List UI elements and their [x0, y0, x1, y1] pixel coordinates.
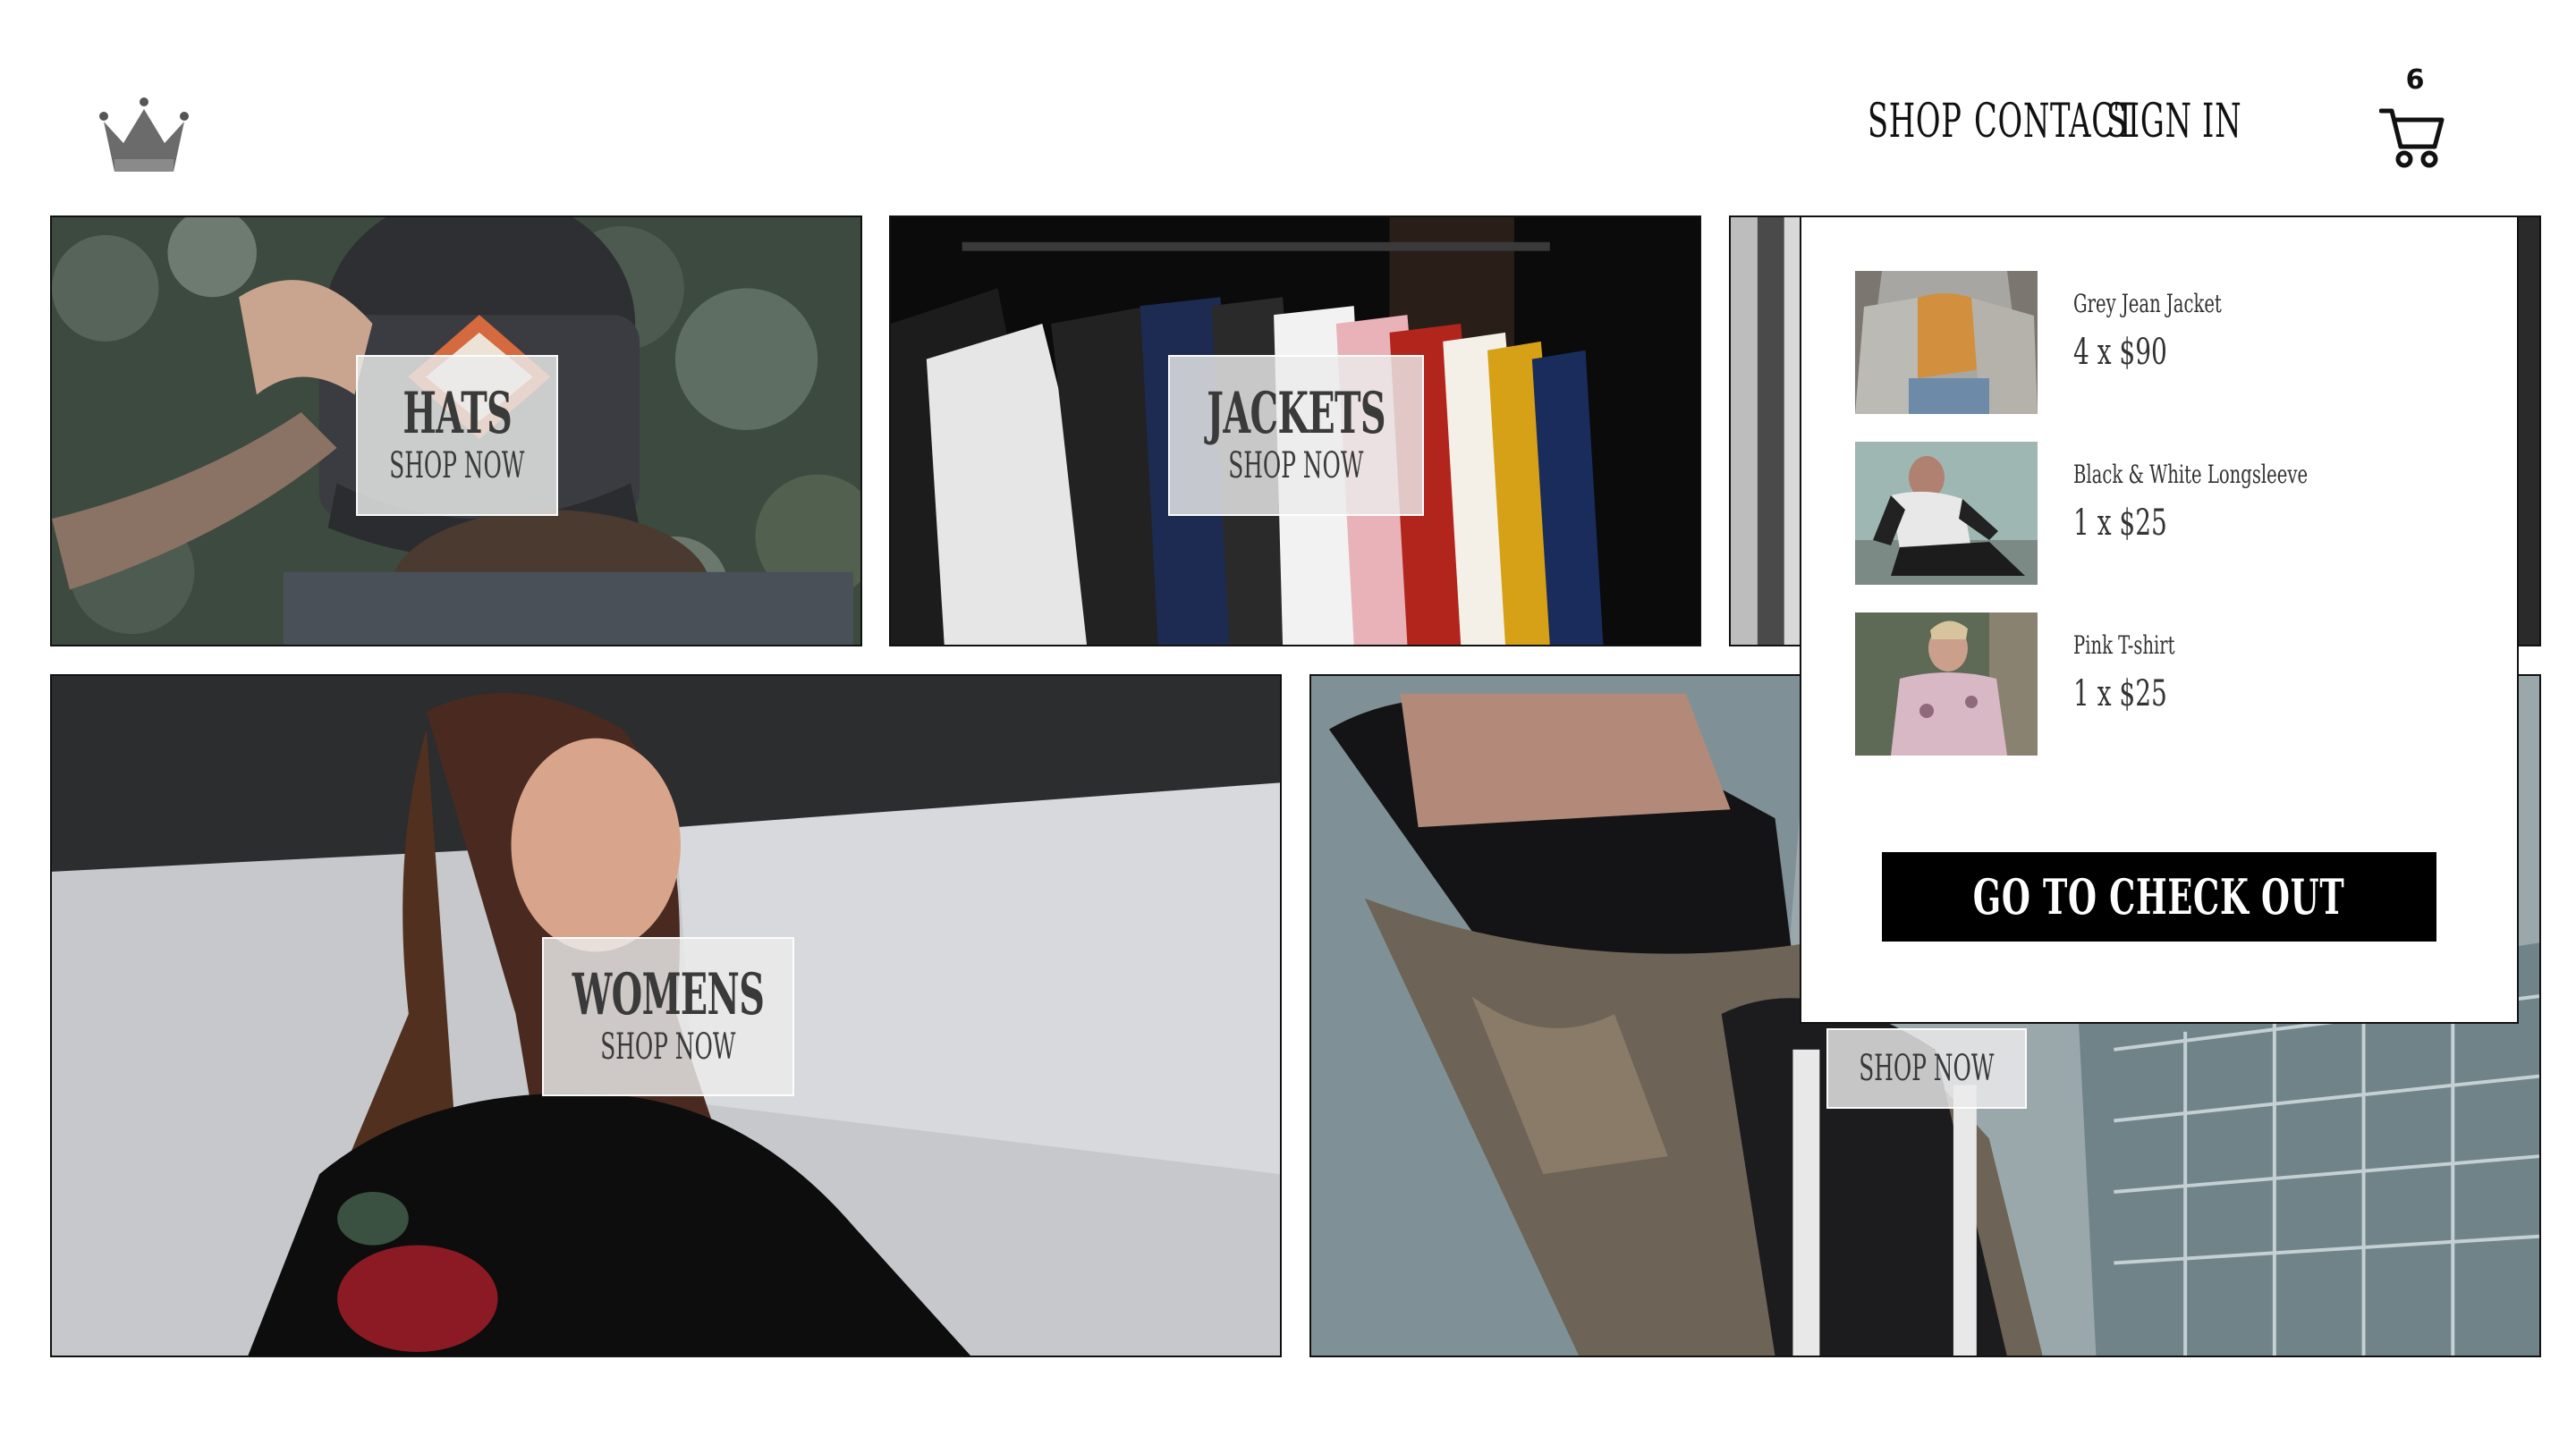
cart-dropdown: Grey Jean Jacket 4 x $90 Black & White L…	[1800, 215, 2519, 1024]
category-tile-hats[interactable]: HATS SHOP NOW	[50, 215, 862, 646]
crown-icon[interactable]	[97, 97, 191, 173]
jackets-label[interactable]: JACKETS SHOP NOW	[1168, 355, 1424, 516]
checkout-button-label: GO TO CHECK OUT	[1973, 868, 2345, 925]
hats-shop-now[interactable]: SHOP NOW	[389, 444, 524, 487]
cart-item-name: Black & White Longsleeve	[2073, 460, 2309, 489]
womens-shop-now[interactable]: SHOP NOW	[600, 1026, 735, 1069]
cart-item-name: Grey Jean Jacket	[2073, 289, 2222, 318]
jackets-title: JACKETS	[1207, 380, 1385, 448]
cart-icon[interactable]	[2379, 104, 2445, 170]
category-tile-womens[interactable]: WOMENS SHOP NOW	[50, 674, 1282, 1357]
jackets-shop-now[interactable]: SHOP NOW	[1228, 444, 1363, 487]
checkout-button[interactable]: GO TO CHECK OUT	[1882, 852, 2436, 942]
cart-item-thumbnail	[1855, 271, 2038, 414]
nav-shop-link[interactable]: SHOP	[1868, 95, 1962, 148]
hats-label[interactable]: HATS SHOP NOW	[356, 355, 558, 516]
cart-count-badge: 6	[2405, 64, 2425, 96]
womens-title: WOMENS	[572, 961, 765, 1029]
womens-label[interactable]: WOMENS SHOP NOW	[542, 937, 794, 1096]
hats-title: HATS	[402, 380, 512, 448]
mens-label[interactable]: SHOP NOW	[1826, 1028, 2027, 1109]
cart-item-thumbnail	[1855, 442, 2038, 585]
cart-item-quantity: 1 x $25	[2073, 503, 2167, 544]
category-tile-jackets[interactable]: JACKETS SHOP NOW	[889, 215, 1701, 646]
cart-item: Black & White Longsleeve 1 x $25	[1855, 442, 2481, 585]
cart-item-quantity: 1 x $25	[2073, 673, 2167, 714]
cart-item-quantity: 4 x $90	[2073, 332, 2167, 373]
cart-item: Pink T-shirt 1 x $25	[1855, 612, 2481, 756]
nav-sign-in-link[interactable]: SIGN IN	[2106, 95, 2241, 148]
cart-item-name: Pink T-shirt	[2073, 630, 2175, 660]
cart-item-thumbnail	[1855, 612, 2038, 756]
cart-item: Grey Jean Jacket 4 x $90	[1855, 271, 2481, 414]
mens-shop-now[interactable]: SHOP NOW	[1859, 1047, 1994, 1090]
